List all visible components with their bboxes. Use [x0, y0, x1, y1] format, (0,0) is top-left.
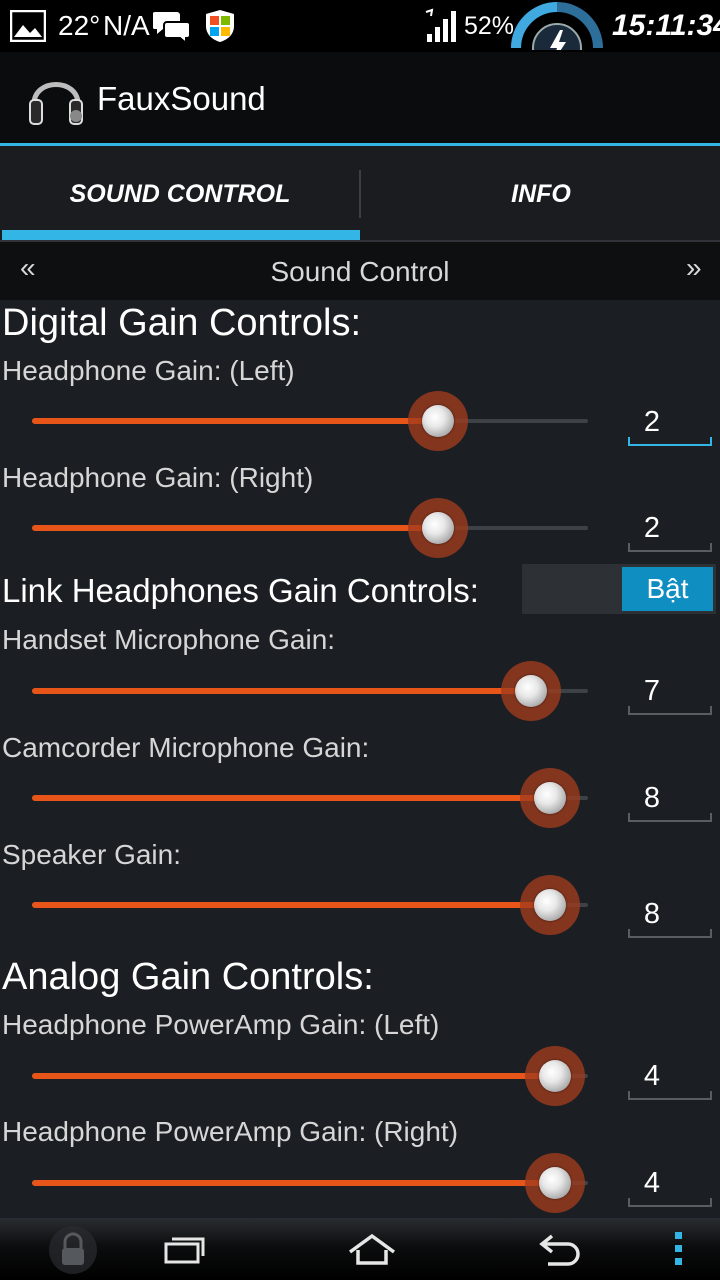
clock-text: 15:11:34 — [612, 9, 720, 42]
slider-fill — [32, 795, 550, 801]
battery-percent-text: 52% — [464, 11, 515, 40]
value-underline — [628, 543, 712, 552]
value-text: 8 — [643, 898, 661, 930]
setting-label: Handset Microphone Gain: — [2, 624, 336, 655]
slider-fill — [32, 902, 550, 908]
windows-shield-icon — [204, 0, 236, 52]
camcorder-mic-gain-slider[interactable] — [32, 768, 588, 828]
slider-fill — [32, 1073, 555, 1079]
back-icon[interactable] — [536, 1228, 584, 1270]
value-underline — [628, 437, 712, 446]
slider-thumb[interactable] — [520, 875, 580, 935]
headphone-gain-left-value-field[interactable]: 2 — [628, 398, 712, 446]
navigation-bar — [0, 1218, 720, 1280]
headphones-icon — [26, 66, 86, 130]
home-icon[interactable] — [346, 1228, 398, 1270]
action-bar: FauxSound — [0, 52, 720, 144]
slider-thumb[interactable] — [501, 661, 561, 721]
setting-label: Headphone PowerAmp Gain: (Left) — [2, 1009, 440, 1040]
section-title-analog: Analog Gain Controls: — [2, 956, 374, 998]
value-text: 4 — [643, 1060, 661, 1092]
link-headphones-label: Link Headphones Gain Controls: — [2, 572, 479, 609]
settings-content: Digital Gain Controls: Headphone Gain: (… — [0, 300, 720, 1220]
slider-thumb[interactable] — [525, 1046, 585, 1106]
slider-fill — [32, 418, 438, 424]
camcorder-mic-gain-value-field[interactable]: 8 — [628, 774, 712, 822]
battery-gauge-icon — [510, 0, 604, 52]
value-underline — [628, 1198, 712, 1207]
speaker-gain-slider[interactable] — [32, 875, 588, 935]
poweramp-gain-left-value-field[interactable]: 4 — [628, 1052, 712, 1100]
poweramp-gain-left-slider[interactable] — [32, 1046, 588, 1106]
value-text: 7 — [643, 675, 661, 707]
toggle-on-label: Bật — [622, 567, 713, 611]
link-headphones-toggle[interactable]: Bật — [522, 564, 716, 614]
slider-fill — [32, 1180, 555, 1186]
setting-label: Speaker Gain: — [2, 839, 181, 870]
value-underline — [628, 706, 712, 715]
recent-apps-icon[interactable] — [160, 1228, 208, 1270]
value-underline — [628, 929, 712, 938]
handset-mic-gain-slider[interactable] — [32, 661, 588, 721]
image-icon — [10, 0, 46, 52]
value-text: 2 — [643, 406, 661, 438]
slider-thumb[interactable] — [520, 768, 580, 828]
tab-sound-control[interactable]: SOUND CONTROL — [0, 146, 360, 242]
poweramp-gain-right-slider[interactable] — [32, 1153, 588, 1213]
slider-thumb[interactable] — [408, 498, 468, 558]
weather-status-text: N/A — [103, 10, 150, 41]
speaker-gain-value-field[interactable]: 8 — [628, 890, 712, 938]
slider-thumb[interactable] — [408, 391, 468, 451]
temperature-text: 22° — [58, 10, 101, 41]
headphone-gain-right-value-field[interactable]: 2 — [628, 504, 712, 552]
slider-fill — [32, 525, 438, 531]
pager-title: Sound Control — [270, 256, 450, 287]
tab-bar: SOUND CONTROL INFO — [0, 146, 720, 242]
pager-strip: « Sound Control » — [0, 242, 720, 300]
tab-info[interactable]: INFO — [361, 146, 720, 242]
value-underline — [628, 1091, 712, 1100]
chat-icon — [153, 0, 193, 52]
status-bar: 22° N/A 52% 15:11:34 — [0, 0, 720, 52]
overflow-menu-icon[interactable] — [668, 1228, 688, 1270]
lock-icon[interactable] — [48, 1222, 98, 1278]
value-text: 8 — [643, 782, 661, 814]
poweramp-gain-right-value-field[interactable]: 4 — [628, 1159, 712, 1207]
slider-fill — [32, 688, 531, 694]
headphone-gain-right-slider[interactable] — [32, 498, 588, 558]
value-underline — [628, 813, 712, 822]
setting-label: Headphone Gain: (Left) — [2, 355, 295, 386]
value-text: 4 — [643, 1167, 661, 1199]
section-title-digital: Digital Gain Controls: — [2, 302, 362, 344]
slider-thumb[interactable] — [525, 1153, 585, 1213]
value-text: 2 — [643, 512, 661, 544]
app-title: FauxSound — [97, 80, 266, 117]
pager-next-arrow[interactable]: » — [686, 252, 702, 284]
setting-label: Camcorder Microphone Gain: — [2, 732, 370, 763]
setting-label: Headphone Gain: (Right) — [2, 462, 314, 493]
signal-icon — [424, 0, 458, 52]
setting-label: Headphone PowerAmp Gain: (Right) — [2, 1116, 459, 1147]
handset-mic-gain-value-field[interactable]: 7 — [628, 667, 712, 715]
headphone-gain-left-slider[interactable] — [32, 391, 588, 451]
